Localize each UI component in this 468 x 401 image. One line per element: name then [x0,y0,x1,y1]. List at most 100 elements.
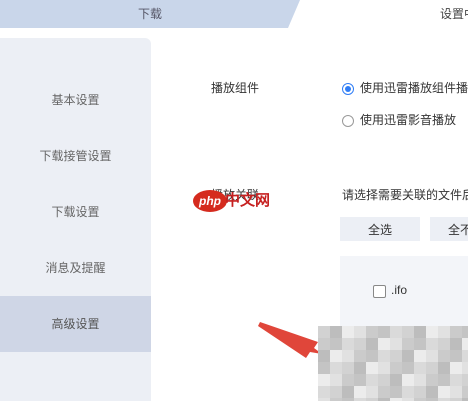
mosaic-cell [402,326,414,338]
sidebar-item-basic[interactable]: 基本设置 [0,72,151,128]
mosaic-cell [414,362,426,374]
radio-unchecked[interactable] [342,114,354,127]
mosaic-cell [462,374,468,386]
mosaic-cell [342,350,354,362]
option-label: 使用迅雷影音播放 [360,113,457,127]
mosaic-cell [450,350,462,362]
select-none-button[interactable]: 全不 [430,217,468,241]
mosaic-cell [330,362,342,374]
mosaic-cell [402,374,414,386]
option-label: 使用迅雷播放组件播 [360,81,468,95]
playback-option-thunder-player[interactable]: 使用迅雷影音播放 [342,111,456,129]
mosaic-cell [402,362,414,374]
mosaic-cell [390,374,402,386]
tab-settings[interactable]: 设置中 [300,0,468,28]
mosaic-cell [366,350,378,362]
mosaic-cell [462,338,468,350]
mosaic-cell [318,326,330,338]
mosaic-cell [462,350,468,362]
mosaic-cell [390,350,402,362]
mosaic-cell [450,338,462,350]
sidebar-item-download-takeover[interactable]: 下载接管设置 [0,128,151,184]
mosaic-cell [402,338,414,350]
select-all-button[interactable]: 全选 [340,217,420,241]
mosaic-cell [414,350,426,362]
mosaic-cell [390,386,402,398]
mosaic-cell [342,362,354,374]
watermark-logo: php 中文网 [193,186,270,218]
mosaic-cell [366,374,378,386]
ifo-checkbox[interactable] [373,285,386,298]
mosaic-cell [378,374,390,386]
mosaic-cell [318,362,330,374]
mosaic-cell [402,350,414,362]
playback-option-thunder-component[interactable]: 使用迅雷播放组件播 [342,79,468,97]
mosaic-cell [378,338,390,350]
mosaic-cell [462,362,468,374]
mosaic-cell [378,362,390,374]
mosaic-cell [342,326,354,338]
pixelated-region [318,326,468,401]
mosaic-cell [438,338,450,350]
watermark-badge: php [193,190,227,212]
watermark-site: 中文网 [225,192,271,209]
mosaic-cell [426,362,438,374]
mosaic-cell [354,362,366,374]
mosaic-cell [330,326,342,338]
mosaic-cell [426,386,438,398]
mosaic-cell [354,386,366,398]
mosaic-cell [366,362,378,374]
mosaic-cell [414,326,426,338]
mosaic-cell [438,386,450,398]
mosaic-cell [438,362,450,374]
mosaic-cell [330,386,342,398]
mosaic-cell [366,326,378,338]
association-hint: 请选择需要关联的文件后 [342,188,468,202]
mosaic-cell [354,374,366,386]
mosaic-cell [330,338,342,350]
mosaic-cell [438,350,450,362]
tab-download[interactable]: 下载 [0,0,300,28]
mosaic-cell [378,386,390,398]
mosaic-cell [366,386,378,398]
mosaic-cell [414,338,426,350]
mosaic-cell [426,338,438,350]
mosaic-cell [378,350,390,362]
radio-checked[interactable] [342,82,354,95]
mosaic-cell [330,374,342,386]
mosaic-cell [414,386,426,398]
settings-sidebar: 基本设置 下载接管设置 下载设置 消息及提醒 高级设置 [0,38,151,401]
mosaic-cell [342,386,354,398]
mosaic-cell [354,326,366,338]
mosaic-cell [450,362,462,374]
mosaic-cell [330,350,342,362]
sidebar-item-download[interactable]: 下载设置 [0,184,151,240]
mosaic-cell [390,362,402,374]
mosaic-cell [426,326,438,338]
mosaic-cell [438,326,450,338]
mosaic-cell [426,374,438,386]
mosaic-cell [318,350,330,362]
sidebar-item-notifications[interactable]: 消息及提醒 [0,240,151,296]
sidebar-item-advanced[interactable]: 高级设置 [0,296,151,352]
mosaic-cell [318,374,330,386]
mosaic-cell [450,386,462,398]
mosaic-cell [318,338,330,350]
mosaic-cell [438,374,450,386]
tab-bar: 下载 设置中 [0,0,468,28]
mosaic-cell [390,326,402,338]
mosaic-cell [342,338,354,350]
mosaic-cell [354,350,366,362]
mosaic-cell [366,338,378,350]
mosaic-cell [342,374,354,386]
mosaic-cell [402,386,414,398]
mosaic-cell [426,350,438,362]
file-type-ifo: .ifo [391,283,408,297]
mosaic-cell [462,326,468,338]
playback-label: 播放组件 [211,81,260,95]
mosaic-cell [450,326,462,338]
mosaic-cell [318,386,330,398]
mosaic-cell [462,386,468,398]
mosaic-cell [414,374,426,386]
mosaic-cell [450,374,462,386]
